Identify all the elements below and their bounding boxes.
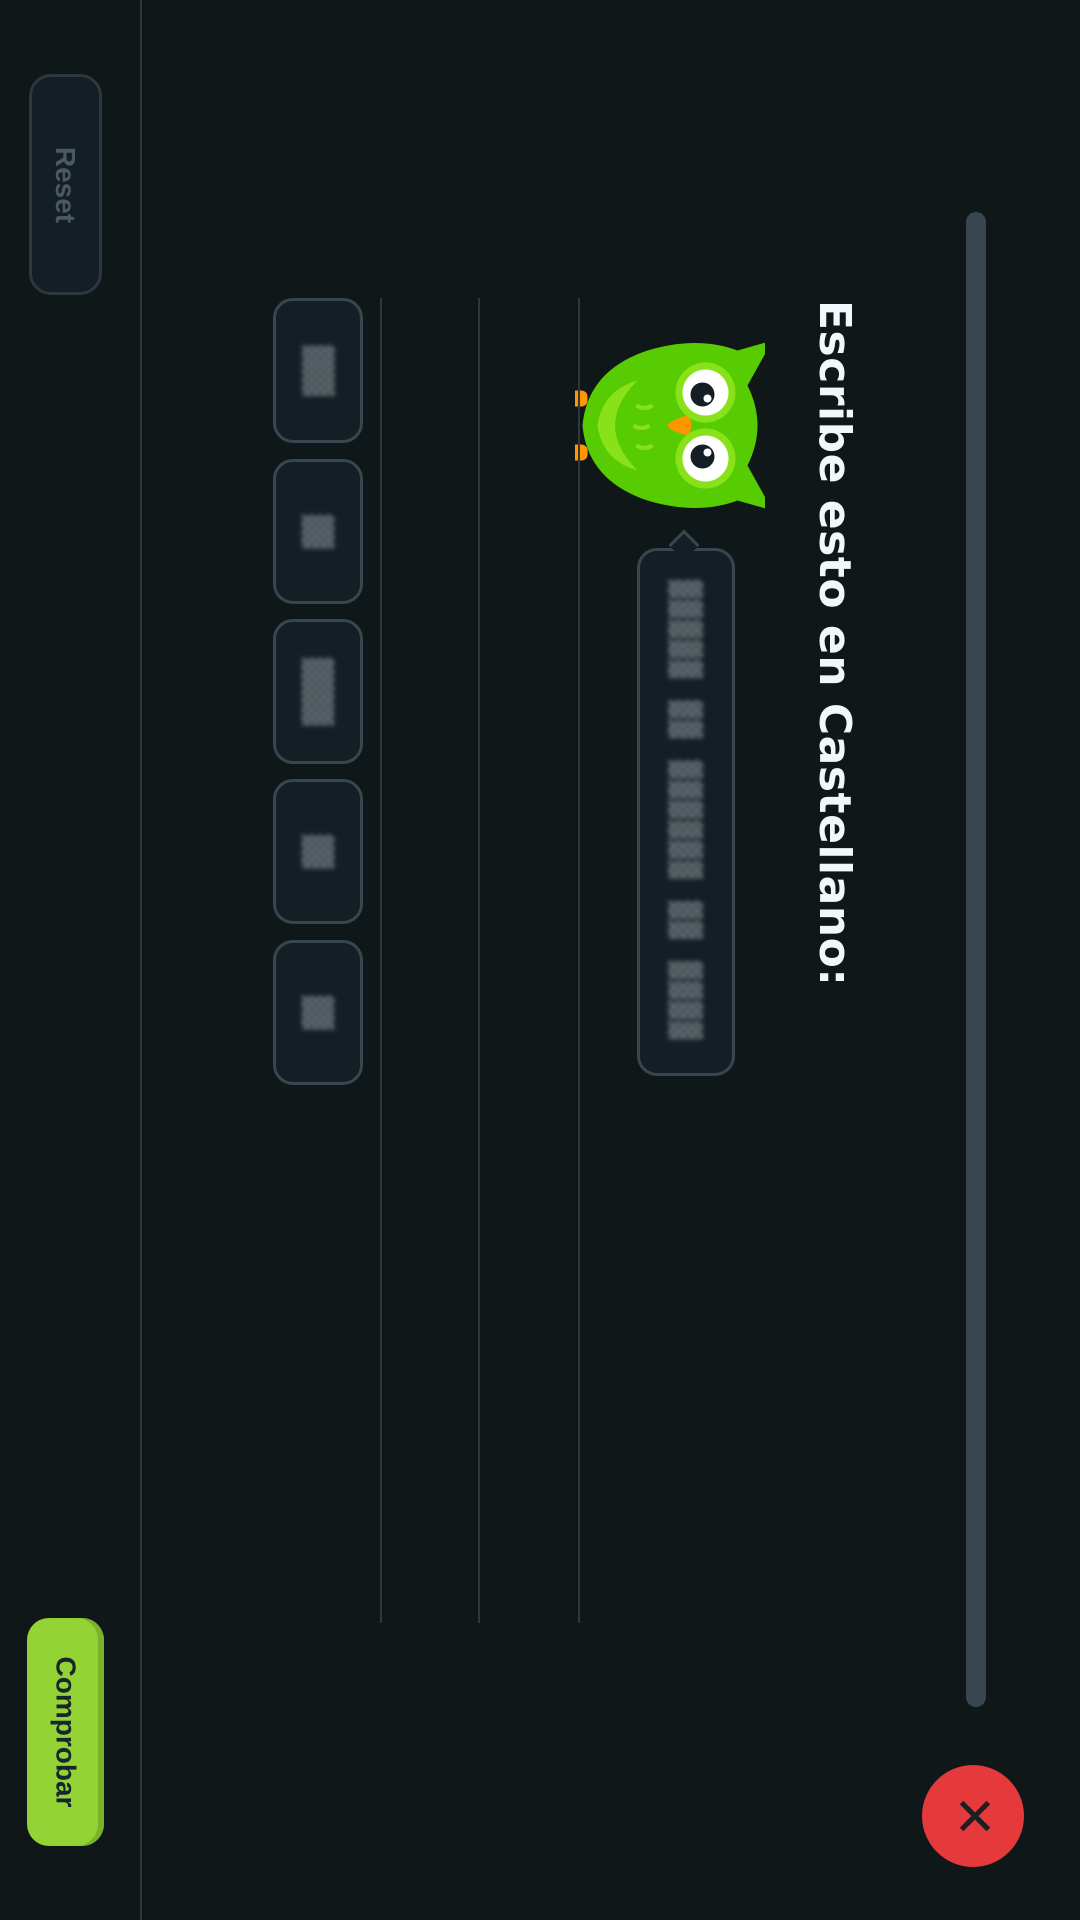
word-tile[interactable]: ▓▓▓ <box>273 298 363 443</box>
close-button[interactable]: ✕ <box>922 1765 1024 1867</box>
check-label: Comprobar <box>50 1656 82 1808</box>
word-tile-label: ▓▓ <box>301 834 335 869</box>
word-tile-label: ▓▓▓ <box>301 345 335 396</box>
footer-divider <box>140 0 142 1920</box>
word-tile[interactable]: ▓▓ <box>273 940 363 1085</box>
word-tile-label: ▓▓▓▓ <box>301 657 335 726</box>
reset-button[interactable]: Reset <box>29 74 102 295</box>
close-icon: ✕ <box>942 1794 1003 1838</box>
prompt-sentence[interactable]: ▓▓▓▓▓ ▓▓ ▓▓▓▓▓▓ ▓▓ ▓▓▓▓ <box>668 579 703 1040</box>
answer-line <box>380 298 382 1623</box>
prompt-sentence-container: ▓▓▓▓▓ ▓▓ ▓▓▓▓▓▓ ▓▓ ▓▓▓▓ <box>650 579 720 1040</box>
word-tile[interactable]: ▓▓▓▓ <box>273 619 363 764</box>
check-button[interactable]: Comprobar <box>27 1618 104 1846</box>
lesson-screen: ✕ Escribe esto en Castellano: ▓▓▓▓▓ ▓▓ ▓… <box>0 0 1080 1920</box>
answer-line <box>578 298 580 1623</box>
word-tile-label: ▓▓ <box>301 995 335 1030</box>
owl-mascot-icon <box>575 340 765 511</box>
word-tile[interactable]: ▓▓ <box>273 779 363 924</box>
answer-line <box>478 298 480 1623</box>
progress-bar <box>966 212 986 1707</box>
word-tile-label: ▓▓ <box>301 514 335 549</box>
word-tile[interactable]: ▓▓ <box>273 459 363 604</box>
prompt-title: Escribe esto en Castellano: <box>809 300 860 987</box>
reset-label: Reset <box>50 146 82 223</box>
